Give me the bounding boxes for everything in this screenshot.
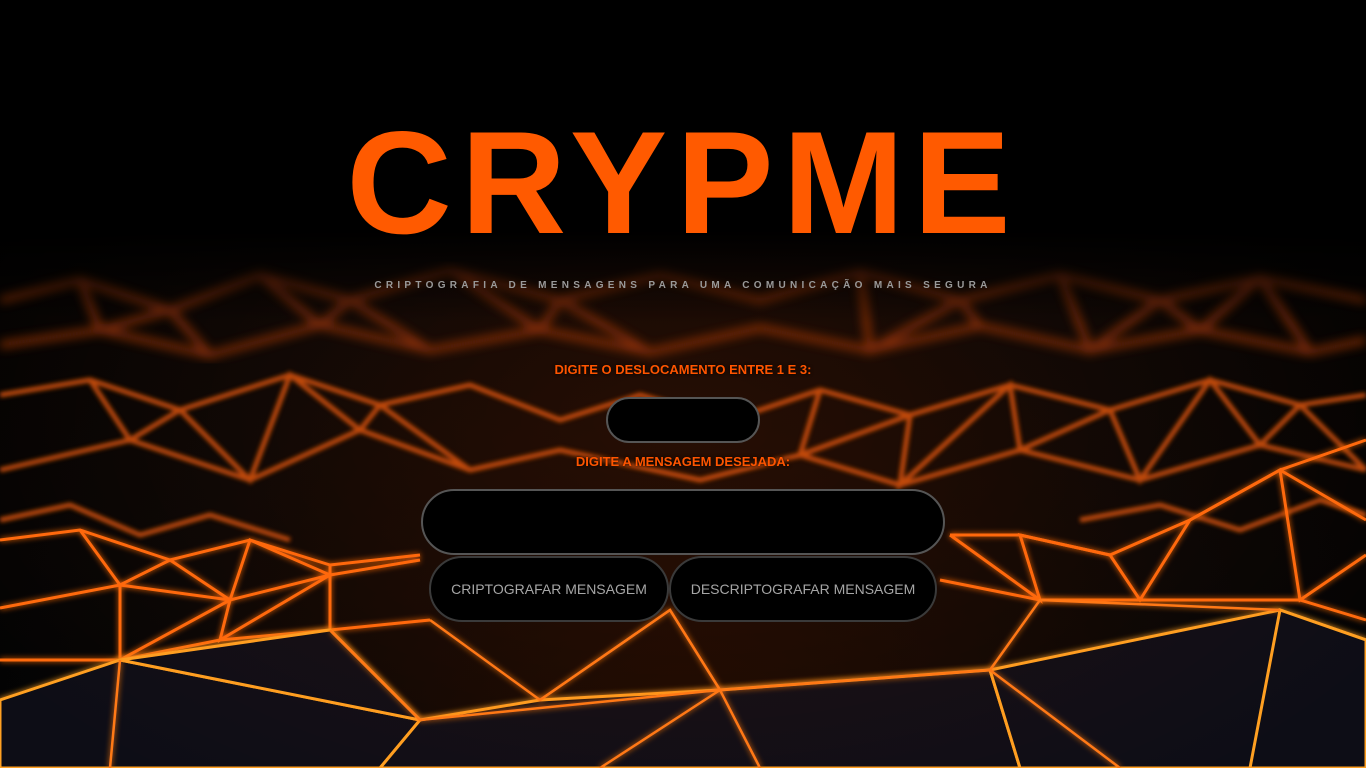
- main-content: CRYPME CRIPTOGRAFIA DE MENSAGENS PARA UM…: [0, 0, 1366, 768]
- app-subtitle: CRIPTOGRAFIA DE MENSAGENS PARA UMA COMUN…: [374, 280, 992, 291]
- shift-label: DIGITE O DESLOCAMENTO ENTRE 1 E 3:: [554, 362, 812, 377]
- decrypt-button[interactable]: DESCRIPTOGRAFAR MENSAGEM: [669, 556, 937, 622]
- shift-input[interactable]: [606, 397, 760, 443]
- message-input[interactable]: [421, 489, 945, 555]
- page: CRYPME CRIPTOGRAFIA DE MENSAGENS PARA UM…: [0, 0, 1366, 768]
- app-title: CRYPME: [346, 101, 1020, 264]
- message-label: DIGITE A MENSAGEM DESEJADA:: [575, 454, 791, 469]
- encrypt-button[interactable]: CRIPTOGRAFAR MENSAGEM: [429, 556, 669, 622]
